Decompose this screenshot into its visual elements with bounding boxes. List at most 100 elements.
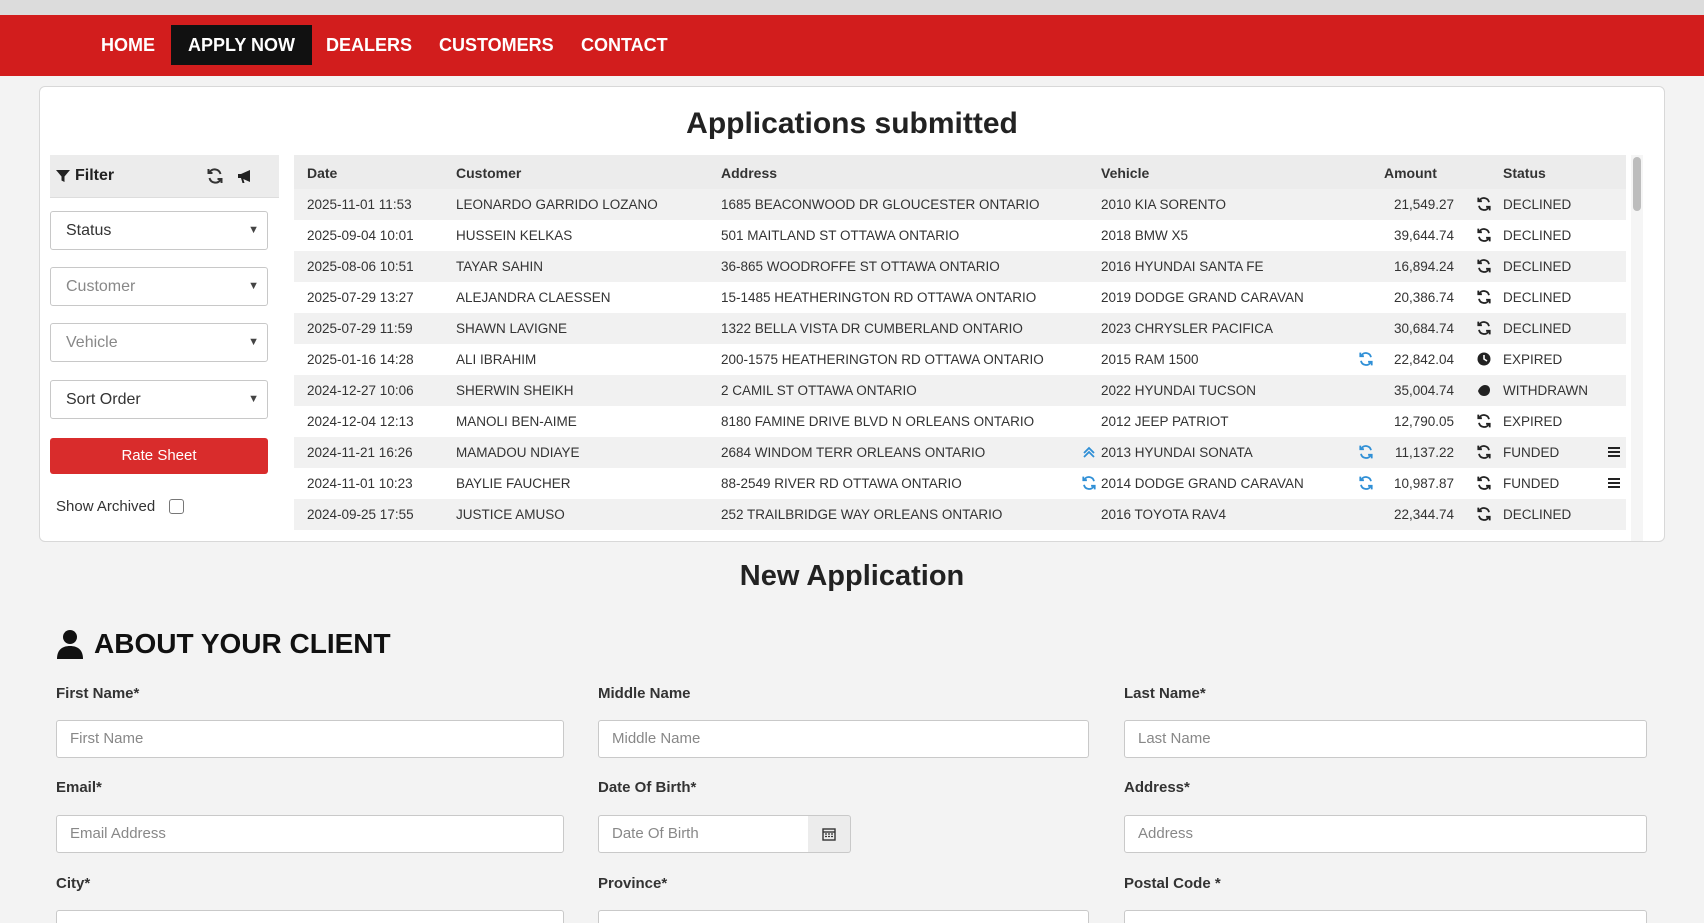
status-sync-icon[interactable] [1476, 196, 1492, 212]
table-row[interactable]: 2024-12-04 12:13 MANOLI BEN-AIME 8180 FAMI… [294, 406, 1626, 437]
status-select-value: Status [66, 222, 112, 239]
table-row[interactable]: 2025-07-29 11:59 SHAWN LAVIGNE 1322 BELLA … [294, 313, 1626, 344]
province-select[interactable] [598, 910, 1089, 923]
table-header: Date Customer Address Vehicle Amount Sta… [294, 155, 1626, 189]
cell-address: 252 TRAILBRIDGE WAY ORLEANS ONTARIO [721, 507, 1003, 522]
cell-vehicle: 2012 JEEP PATRIOT [1101, 414, 1229, 429]
cell-status: FUNDED [1503, 476, 1560, 491]
status-sync-icon[interactable] [1476, 444, 1492, 460]
status-sync-icon[interactable] [1476, 227, 1492, 243]
status-sync-icon[interactable] [1476, 475, 1492, 491]
cell-date: 2025-07-29 11:59 [307, 321, 413, 336]
cell-vehicle: 2018 BMW X5 [1101, 228, 1189, 243]
col-customer[interactable]: Customer [456, 165, 521, 181]
status-sync-icon[interactable] [1476, 258, 1492, 274]
cell-address: 501 MAITLAND ST OTTAWA ONTARIO [721, 228, 960, 243]
col-status[interactable]: Status [1503, 165, 1546, 181]
cell-status: FUNDED [1503, 445, 1560, 460]
cell-date: 2024-12-27 10:06 [307, 383, 414, 398]
browser-top-strip [0, 0, 1704, 15]
nav-contact[interactable]: CONTACT [564, 25, 685, 65]
about-client-heading: ABOUT YOUR CLIENT [56, 628, 391, 660]
col-amount[interactable]: Amount [1384, 165, 1437, 181]
table-row[interactable]: 2025-01-16 14:28 ALI IBRAHIM 200-1575 HEAT… [294, 344, 1626, 375]
customer-select[interactable]: Customer ▼ [50, 267, 268, 306]
cell-customer: TAYAR SAHIN [456, 259, 544, 274]
withdrawn-hand-icon[interactable] [1476, 382, 1492, 398]
refresh-icon[interactable] [206, 167, 224, 185]
cell-status: DECLINED [1503, 507, 1572, 522]
address-input[interactable]: Address [1124, 815, 1647, 853]
table-scrollbar[interactable] [1631, 155, 1643, 541]
cell-status: DECLINED [1503, 290, 1572, 305]
col-vehicle[interactable]: Vehicle [1101, 165, 1149, 181]
cell-customer: MANOLI BEN-AIME [456, 414, 577, 429]
sort-order-select[interactable]: Sort Order ▼ [50, 380, 268, 419]
cell-vehicle: 2013 HYUNDAI SONATA [1101, 445, 1253, 460]
cell-amount: 11,137.22 [1394, 445, 1454, 460]
dob-label: Date Of Birth* [598, 779, 697, 796]
cell-date: 2024-12-04 12:13 [307, 414, 414, 429]
table-row[interactable]: 2024-11-21 16:26 MAMADOU NDIAYE 2684 WINDO… [294, 437, 1626, 468]
cell-vehicle: 2010 KIA SORENTO [1101, 197, 1227, 212]
cell-status: EXPIRED [1503, 352, 1563, 367]
cell-vehicle: 2015 RAM 1500 [1101, 352, 1199, 367]
cell-amount: 22,842.04 [1393, 352, 1454, 367]
status-sync-icon[interactable] [1476, 506, 1492, 522]
cell-amount: 39,644.74 [1393, 228, 1454, 243]
vehicle-sync-icon[interactable] [1358, 475, 1374, 491]
table-row[interactable]: 2024-09-25 17:55 JUSTICE AMUSO 252 TRAILBR… [294, 499, 1626, 530]
first-name-input[interactable]: First Name [56, 720, 564, 758]
status-sync-icon[interactable] [1476, 289, 1492, 305]
nav-customers[interactable]: CUSTOMERS [422, 25, 571, 65]
vehicle-select[interactable]: Vehicle ▼ [50, 323, 268, 362]
last-name-input[interactable]: Last Name [1124, 720, 1647, 758]
cell-date: 2025-08-06 10:51 [307, 259, 414, 274]
row-menu-icon[interactable] [1606, 444, 1622, 460]
middle-name-input[interactable]: Middle Name [598, 720, 1089, 758]
cell-amount: 16,894.24 [1393, 259, 1454, 274]
cell-customer: MAMADOU NDIAYE [456, 445, 580, 460]
col-date[interactable]: Date [307, 165, 337, 181]
vehicle-sync-icon[interactable] [1358, 444, 1374, 460]
first-name-label: First Name* [56, 685, 140, 702]
scrollbar-thumb[interactable] [1633, 157, 1641, 211]
status-sync-icon[interactable] [1476, 320, 1492, 336]
middle-name-label: Middle Name [598, 685, 691, 702]
cell-amount: 12,790.05 [1393, 414, 1454, 429]
col-address[interactable]: Address [721, 165, 777, 181]
applications-card: Applications submitted Filter Status ▼ Cu… [39, 86, 1665, 542]
nav-dealers[interactable]: DEALERS [309, 25, 429, 65]
row-menu-icon[interactable] [1606, 475, 1622, 491]
nav-home[interactable]: HOME [84, 25, 172, 65]
cell-address: 1685 BEACONWOOD DR GLOUCESTER ONTARIO [721, 197, 1040, 212]
dob-input[interactable]: Date Of Birth [598, 815, 809, 853]
top-navbar: HOME APPLY NOW DEALERS CUSTOMERS CONTACT [0, 15, 1704, 76]
city-input[interactable] [56, 910, 564, 923]
vehicle-sync-icon[interactable] [1358, 351, 1374, 367]
expired-clock-icon[interactable] [1476, 351, 1492, 367]
customer-select-value: Customer [66, 278, 136, 295]
nav-apply-now[interactable]: APPLY NOW [171, 25, 313, 65]
megaphone-icon[interactable] [236, 167, 254, 185]
cell-date: 2024-11-01 10:23 [307, 476, 413, 491]
status-select[interactable]: Status ▼ [50, 211, 268, 250]
cell-amount: 22,344.74 [1393, 507, 1454, 522]
table-row[interactable]: 2024-11-01 10:23 BAYLIE FAUCHER 88-2549 RI… [294, 468, 1626, 499]
table-row[interactable]: 2025-07-29 13:27 ALEJANDRA CLAESSEN 15-148… [294, 282, 1626, 313]
show-archived-checkbox[interactable] [169, 499, 185, 514]
double-chevron-up-icon[interactable] [1081, 444, 1097, 460]
table-row[interactable]: 2024-12-27 10:06 SHERWIN SHEIKH 2 CAMIL ST… [294, 375, 1626, 406]
table-row[interactable]: 2025-08-06 10:51 TAYAR SAHIN 36-865 WOODRO… [294, 251, 1626, 282]
postal-code-input[interactable] [1124, 910, 1647, 923]
cell-customer: BAYLIE FAUCHER [456, 476, 571, 491]
status-sync-icon[interactable] [1476, 413, 1492, 429]
cell-status: EXPIRED [1503, 414, 1563, 429]
table-row[interactable]: 2025-11-01 11:53 LEONARDO GARRIDO LOZANO 1… [294, 189, 1626, 220]
cell-vehicle: 2016 TOYOTA RAV4 [1101, 507, 1227, 522]
address-sync-icon[interactable] [1081, 475, 1097, 491]
calendar-button[interactable] [808, 815, 851, 853]
rate-sheet-button[interactable]: Rate Sheet [50, 438, 268, 474]
email-input[interactable]: Email Address [56, 815, 564, 853]
table-row[interactable]: 2025-09-04 10:01 HUSSEIN KELKAS 501 MAITLA… [294, 220, 1626, 251]
